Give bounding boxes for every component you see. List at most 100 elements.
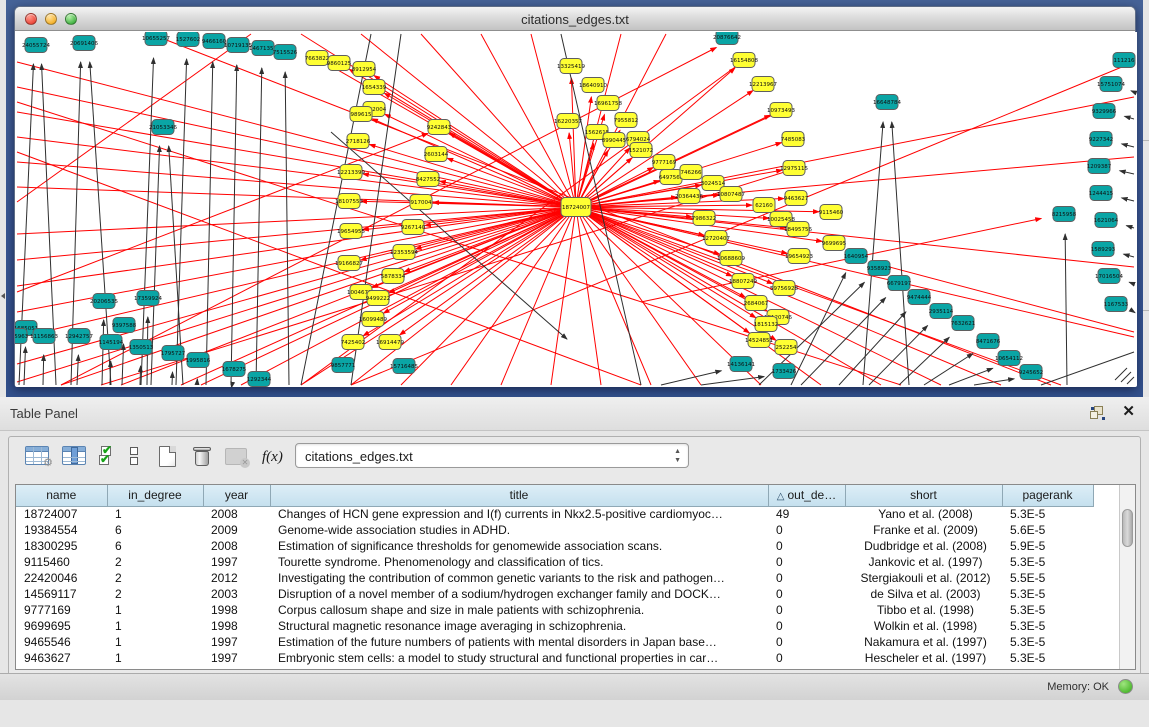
graph-node[interactable]: 1678275 — [222, 362, 247, 377]
graph-node[interactable]: 15716485 — [390, 359, 418, 374]
graph-node[interactable]: 2684067 — [744, 296, 769, 311]
graph-node[interactable]: 989615 — [350, 107, 372, 122]
select-rows-icon[interactable] — [99, 446, 117, 466]
graph-node[interactable]: 8990445 — [602, 133, 627, 148]
graph-node[interactable]: 9499222 — [366, 291, 391, 306]
graph-node[interactable]: 16961758 — [594, 96, 622, 111]
graph-node[interactable]: 9227342 — [1089, 132, 1114, 147]
column-header-pagerank[interactable]: pagerank — [1002, 485, 1093, 506]
graph-node[interactable]: 14524851 — [745, 333, 773, 348]
graph-node[interactable]: 18807249 — [729, 274, 757, 289]
graph-node[interactable]: 19166827 — [335, 256, 363, 271]
graph-node[interactable]: 1589293 — [1091, 242, 1116, 257]
network-window-titlebar[interactable]: citations_edges.txt — [15, 7, 1135, 31]
graph-node[interactable]: 1815132 — [754, 317, 779, 332]
graph-node[interactable]: 9267140 — [401, 220, 426, 235]
graph-node[interactable]: 14136141 — [727, 357, 755, 372]
graph-node[interactable]: 17016504 — [1095, 269, 1123, 284]
close-panel-icon[interactable]: ✕ — [1122, 404, 1135, 420]
graph-node[interactable]: 15751074 — [1097, 77, 1125, 92]
graph-node[interactable]: 252254 — [775, 340, 797, 355]
graph-node[interactable]: 13325419 — [557, 59, 585, 74]
table-row[interactable]: 977716911998Corpus callosum shape and si… — [16, 602, 1093, 618]
graph-node[interactable]: 5878334 — [381, 269, 406, 284]
graph-node[interactable]: 16154808 — [730, 53, 758, 68]
new-file-icon[interactable] — [159, 446, 176, 467]
graph-node[interactable]: 16220357 — [554, 114, 582, 129]
graph-node[interactable]: 12353594 — [390, 245, 418, 260]
network-canvas[interactable]: 1332541918640910169617587955812156261516… — [15, 32, 1137, 387]
graph-node[interactable]: 62160 — [753, 198, 775, 213]
graph-node[interactable]: 9474444 — [907, 290, 932, 305]
graph-node[interactable]: 9397588 — [112, 318, 137, 333]
graph-node[interactable]: 3915963 — [15, 329, 29, 344]
graph-node[interactable]: 7663822 — [305, 51, 330, 66]
graph-node[interactable]: 1621064 — [1094, 213, 1119, 228]
graph-node[interactable]: 9245652 — [1019, 365, 1044, 380]
table-row[interactable]: 1830029562008Estimation of significance … — [16, 538, 1093, 554]
graph-node[interactable]: 16648784 — [873, 95, 901, 110]
table-row[interactable]: 911546021997Tourette syndrome. Phenomeno… — [16, 554, 1093, 570]
vertical-scrollbar[interactable] — [1119, 485, 1135, 669]
table-selector-dropdown[interactable]: citations_edges.txt ▲ ▼ — [295, 443, 689, 468]
table-row[interactable]: 2242004622012Investigating the contribut… — [16, 570, 1093, 586]
graph-node[interactable]: 16099489 — [359, 312, 387, 327]
graph-node[interactable]: 8427552 — [416, 172, 441, 187]
table-row[interactable]: 969969511998Structural magnetic resonanc… — [16, 618, 1093, 634]
graph-node[interactable]: 19654955 — [337, 224, 365, 239]
table-row[interactable]: 946554611997Estimation of the future num… — [16, 634, 1093, 650]
graph-node[interactable]: 9329966 — [1092, 104, 1117, 119]
graph-node[interactable]: 1795727 — [161, 346, 186, 361]
graph-node[interactable]: 11156863 — [30, 329, 58, 344]
graph-node[interactable]: 1350513 — [129, 340, 154, 355]
graph-node[interactable]: 1527602 — [176, 32, 201, 47]
graph-node[interactable]: 1995816 — [186, 353, 211, 368]
graph-node[interactable]: 12975115 — [780, 161, 808, 176]
table-row[interactable]: 1938455462009Genome-wide association stu… — [16, 522, 1093, 538]
table-mode-icon[interactable]: ⚙ — [25, 446, 49, 465]
graph-node[interactable]: 1521072 — [629, 143, 654, 158]
graph-node[interactable]: 1654339 — [362, 80, 387, 95]
graph-node[interactable]: 10807487 — [717, 187, 745, 202]
graph-node[interactable]: 9242843 — [427, 120, 452, 135]
graph-node[interactable]: 6679197 — [887, 276, 912, 291]
graph-node[interactable]: 2603144 — [424, 147, 449, 162]
graph-node[interactable]: 7425402 — [341, 335, 366, 350]
graph-node[interactable]: 18640910 — [579, 78, 607, 93]
graph-node[interactable]: 16914479 — [376, 335, 404, 350]
graph-node[interactable]: 20206535 — [90, 294, 118, 309]
graph-node[interactable]: 9857771 — [331, 358, 356, 373]
graph-node[interactable]: 7986322 — [692, 211, 717, 226]
graph-node[interactable]: 10655257 — [142, 32, 170, 46]
graph-node[interactable]: 2718126 — [346, 134, 371, 149]
graph-node[interactable]: 2935114 — [929, 304, 954, 319]
column-header-short[interactable]: short — [845, 485, 1002, 506]
graph-node[interactable]: 9463627 — [784, 191, 809, 206]
graph-node[interactable]: 12213399 — [337, 165, 365, 180]
row-height-icon[interactable] — [130, 446, 140, 466]
graph-node[interactable]: 1145194 — [99, 335, 124, 350]
table-row[interactable]: 1872400712008Changes of HCN gene express… — [16, 506, 1093, 522]
graph-node[interactable]: 21053346 — [149, 120, 177, 135]
graph-node[interactable]: 12720407 — [702, 231, 730, 246]
graph-node[interactable]: 10973493 — [767, 103, 795, 118]
show-columns-icon[interactable] — [62, 446, 86, 465]
graph-node[interactable]: 9777169 — [652, 155, 677, 170]
graph-node[interactable]: 1640954 — [844, 249, 869, 264]
graph-node[interactable]: 18724007 — [561, 198, 591, 217]
graph-node[interactable]: 20876642 — [713, 32, 741, 45]
graph-node[interactable]: 8215958 — [1052, 207, 1077, 222]
network-graph[interactable]: 1332541918640910169617587955812156261516… — [15, 32, 1137, 387]
graph-node[interactable]: 12213967 — [749, 77, 777, 92]
graph-node[interactable]: 7515526 — [273, 45, 298, 60]
column-header-year[interactable]: year — [203, 485, 270, 506]
function-builder-icon[interactable]: f(x) — [262, 449, 283, 466]
graph-node[interactable]: 9860125 — [327, 56, 352, 71]
graph-node[interactable]: 1167533 — [1104, 297, 1129, 312]
graph-node[interactable]: 9358923 — [867, 261, 892, 276]
float-panel-icon[interactable] — [1090, 406, 1105, 420]
column-header-outde[interactable]: △out_de… — [768, 485, 845, 506]
graph-node[interactable]: 20364436 — [675, 189, 703, 204]
graph-node[interactable]: 59756928 — [770, 281, 798, 296]
graph-node[interactable]: 18495756 — [784, 222, 812, 237]
